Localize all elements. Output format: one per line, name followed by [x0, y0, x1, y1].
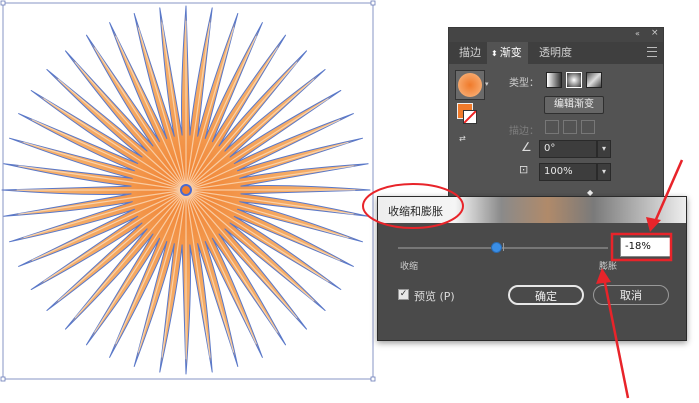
stroke-option-icon[interactable]	[563, 120, 577, 134]
tab-gradient[interactable]: ⬍ 渐变	[487, 42, 528, 64]
tab-arrows-icon: ⬍	[491, 49, 498, 58]
slider-right-label: 膨胀	[599, 262, 618, 272]
preview-checkbox[interactable]: ✓	[398, 289, 409, 300]
stroke-label: 描边：	[509, 126, 539, 137]
angle-value: 0°	[544, 143, 556, 154]
ok-label: 确定	[535, 290, 557, 303]
dialog-title-bar[interactable]: 收缩和膨胀	[378, 197, 686, 223]
panel-menu-icon[interactable]	[647, 47, 657, 57]
gradient-panel: « × 描边 ⬍ 渐变 透明度 ▾ ⇄ 类型： 编辑渐变 描边： ∠ 0° ▾ ⊡…	[448, 27, 664, 202]
close-icon[interactable]: ×	[651, 28, 659, 38]
selection-handle[interactable]	[0, 0, 6, 6]
tab-stroke[interactable]: 描边	[453, 42, 487, 64]
radial-gradient-button[interactable]	[566, 72, 582, 88]
edit-gradient-button[interactable]: 编辑渐变	[544, 96, 604, 114]
aspect-ratio-dropdown[interactable]: ▾	[597, 163, 611, 181]
stroke-option-icon[interactable]	[545, 120, 559, 134]
edit-gradient-label: 编辑渐变	[554, 99, 594, 110]
angle-dropdown[interactable]: ▾	[597, 140, 611, 158]
slider-thumb[interactable]	[491, 242, 502, 253]
type-label: 类型：	[509, 78, 539, 89]
reverse-gradient-icon[interactable]: ⇄	[459, 135, 471, 148]
pucker-bloat-dialog: 收缩和膨胀 收缩 膨胀 -18% ✓ 预览 (P) 确定 取消	[377, 196, 687, 341]
angle-icon: ∠	[521, 140, 532, 154]
panel-header-bar: « ×	[449, 28, 663, 42]
linear-gradient-button[interactable]	[546, 72, 562, 88]
freeform-gradient-button[interactable]	[586, 72, 602, 88]
slider-center-tick	[503, 243, 504, 251]
value-field[interactable]: -18%	[620, 237, 672, 257]
center-point	[180, 184, 192, 196]
stroke-none-swatch[interactable]	[463, 110, 477, 124]
value-text: -18%	[625, 241, 651, 252]
cancel-button[interactable]: 取消	[593, 285, 669, 305]
ok-button[interactable]: 确定	[508, 285, 584, 305]
selection-handle[interactable]	[370, 376, 376, 382]
gradient-swatch[interactable]	[455, 70, 485, 100]
aspect-ratio-icon: ⊡	[519, 163, 529, 176]
tab-gradient-label: 渐变	[499, 46, 522, 59]
selection-handle[interactable]	[0, 376, 6, 382]
dialog-body: 收缩 膨胀 -18% ✓ 预览 (P) 确定 取消	[378, 223, 686, 340]
aspect-ratio-field[interactable]: 100%	[539, 163, 597, 181]
collapse-icon[interactable]: «	[635, 29, 640, 38]
angle-field[interactable]: 0°	[539, 140, 597, 158]
selection-handle[interactable]	[370, 0, 376, 6]
aspect-ratio-value: 100%	[544, 166, 573, 177]
cancel-label: 取消	[620, 289, 642, 302]
preview-label: 预览 (P)	[414, 290, 455, 303]
tab-transparency[interactable]: 透明度	[533, 42, 578, 64]
dialog-title: 收缩和膨胀	[388, 205, 443, 218]
slider-left-label: 收缩	[400, 262, 419, 272]
stroke-option-icon[interactable]	[581, 120, 595, 134]
swatch-dropdown-icon[interactable]: ▾	[485, 80, 489, 88]
